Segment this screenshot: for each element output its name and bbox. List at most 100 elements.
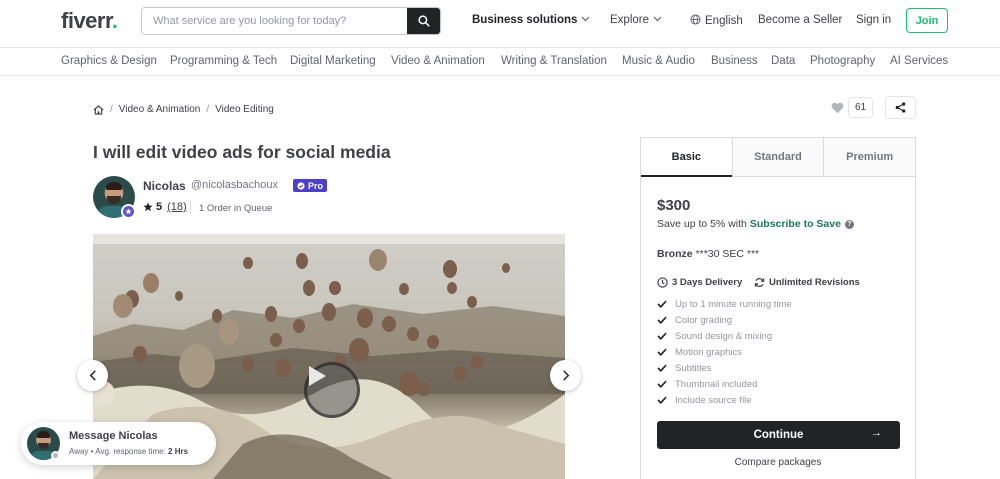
divider: [190, 200, 191, 214]
category-music-audio[interactable]: Music & Audio: [622, 55, 695, 67]
package-panel: Basic Standard Premium $300 Save up to 5…: [640, 137, 916, 479]
revisions: Unlimited Revisions: [754, 277, 860, 288]
category-business[interactable]: Business: [711, 55, 758, 67]
category-ai-services[interactable]: AI Services: [890, 55, 948, 67]
package-price: $300: [657, 197, 691, 214]
share-button[interactable]: [885, 96, 916, 119]
continue-button[interactable]: Continue →: [657, 421, 900, 449]
search-input[interactable]: [142, 8, 409, 34]
save-text: Save up to 5% with: [657, 218, 747, 230]
home-icon[interactable]: [93, 104, 104, 115]
pro-badge-label: Pro: [308, 180, 324, 191]
breadcrumb: / Video & Animation / Video Editing: [93, 104, 274, 115]
search-button[interactable]: [407, 8, 440, 34]
feature-label: Subtitles: [675, 362, 712, 374]
message-seller-bubble[interactable]: Message Nicolas Away • Avg. response tim…: [21, 422, 216, 465]
package-title: Bronze ***30 SEC ***: [657, 248, 759, 260]
revisions-label: Unlimited Revisions: [769, 277, 860, 288]
star-icon: [143, 202, 153, 212]
category-digital-marketing[interactable]: Digital Marketing: [290, 55, 376, 67]
feature-item: Up to 1 minute running time: [657, 296, 792, 312]
subscribe-save-row: Save up to 5% with Subscribe to Save ?: [657, 218, 854, 230]
tab-premium[interactable]: Premium: [823, 138, 916, 177]
feature-item: Thumbnail included: [657, 376, 792, 392]
share-icon: [895, 102, 906, 113]
chevron-down-icon: [653, 16, 662, 22]
logo-text: fiverr: [61, 8, 112, 33]
package-tabs: Basic Standard Premium: [641, 138, 916, 177]
feature-label: Motion graphics: [675, 346, 743, 358]
category-graphics-design[interactable]: Graphics & Design: [61, 55, 157, 67]
delivery-time: 3 Days Delivery: [657, 277, 742, 288]
feature-label: Include source file: [675, 394, 752, 406]
delivery-label: 3 Days Delivery: [672, 277, 743, 288]
favorite-button[interactable]: 61: [831, 97, 874, 118]
feature-item: Sound design & mixing: [657, 328, 792, 344]
nav-become-seller[interactable]: Become a Seller: [758, 14, 842, 26]
review-count[interactable]: (18): [167, 201, 187, 213]
logo-dot: .: [111, 8, 118, 33]
nav-sign-in[interactable]: Sign in: [856, 14, 891, 26]
category-photography[interactable]: Photography: [810, 55, 875, 67]
away-status: Away: [69, 447, 89, 456]
feature-label: Color grading: [675, 314, 733, 326]
pro-check-icon: [297, 181, 305, 190]
gallery-prev-button[interactable]: [77, 360, 108, 391]
message-subtitle: Away • Avg. response time: 2 Hrs: [69, 447, 188, 456]
gallery-next-button[interactable]: [550, 360, 581, 391]
feature-label: Sound design & mixing: [675, 330, 773, 342]
category-data[interactable]: Data: [771, 55, 795, 67]
category-video-animation[interactable]: Video & Animation: [391, 55, 485, 67]
nav-business-solutions[interactable]: Business solutions: [472, 14, 590, 26]
seller-rating[interactable]: 5 (18): [143, 201, 187, 213]
orders-in-queue: 1 Order in Queue: [199, 203, 273, 214]
breadcrumb-video-animation[interactable]: Video & Animation: [119, 104, 201, 115]
nav-business-solutions-label: Business solutions: [472, 14, 578, 26]
play-icon: [309, 366, 326, 386]
compare-packages-link[interactable]: Compare packages: [641, 457, 915, 468]
top-header: fiverr. Business solutions Explore Engli…: [0, 0, 1000, 42]
response-time-value: 2 Hrs: [168, 447, 189, 456]
response-time-label: Avg. response time:: [95, 447, 166, 456]
nav-language-label: English: [705, 15, 743, 27]
feature-item: Subtitles: [657, 360, 792, 376]
favorite-count: 61: [848, 97, 874, 118]
check-icon: [657, 332, 667, 340]
gig-title: I will edit video ads for social media: [93, 142, 391, 162]
rating-value: 5: [156, 201, 163, 213]
play-button[interactable]: [304, 362, 360, 418]
breadcrumb-video-editing[interactable]: Video Editing: [215, 104, 274, 115]
feature-item: Include source file: [657, 392, 792, 408]
check-icon: [657, 380, 667, 388]
pro-badge: Pro: [293, 179, 328, 192]
nav-explore[interactable]: Explore: [610, 14, 662, 26]
package-name: Bronze: [657, 248, 693, 260]
separator-dot: •: [90, 447, 94, 456]
feature-item: Color grading: [657, 312, 792, 328]
check-icon: [657, 396, 667, 404]
feature-label: Thumbnail included: [675, 378, 758, 390]
check-icon: [657, 364, 667, 372]
check-icon: [657, 300, 667, 308]
category-programming-tech[interactable]: Programming & Tech: [170, 55, 277, 67]
heart-icon: [831, 102, 844, 113]
tab-basic[interactable]: Basic: [641, 138, 732, 177]
tab-standard[interactable]: Standard: [731, 138, 824, 177]
feature-label: Up to 1 minute running time: [675, 298, 792, 310]
help-icon[interactable]: ?: [844, 219, 854, 229]
feature-list: Up to 1 minute running time Color gradin…: [657, 296, 792, 408]
seller-handle: @nicolasbachoux: [191, 179, 278, 191]
subscribe-to-save-link[interactable]: Subscribe to Save: [750, 218, 841, 230]
seller-name[interactable]: Nicolas: [143, 179, 186, 193]
nav-language[interactable]: English: [690, 14, 743, 27]
search-icon: [417, 15, 430, 27]
arrow-right-icon: →: [870, 427, 883, 439]
join-button[interactable]: Join: [906, 8, 948, 33]
breadcrumb-separator: /: [206, 104, 210, 115]
category-writing-translation[interactable]: Writing & Translation: [501, 55, 607, 67]
fiverr-logo[interactable]: fiverr.: [61, 8, 118, 34]
feature-item: Motion graphics: [657, 344, 792, 360]
breadcrumb-separator: /: [110, 104, 113, 115]
message-title: Message Nicolas: [69, 430, 158, 442]
globe-icon: [690, 14, 701, 25]
